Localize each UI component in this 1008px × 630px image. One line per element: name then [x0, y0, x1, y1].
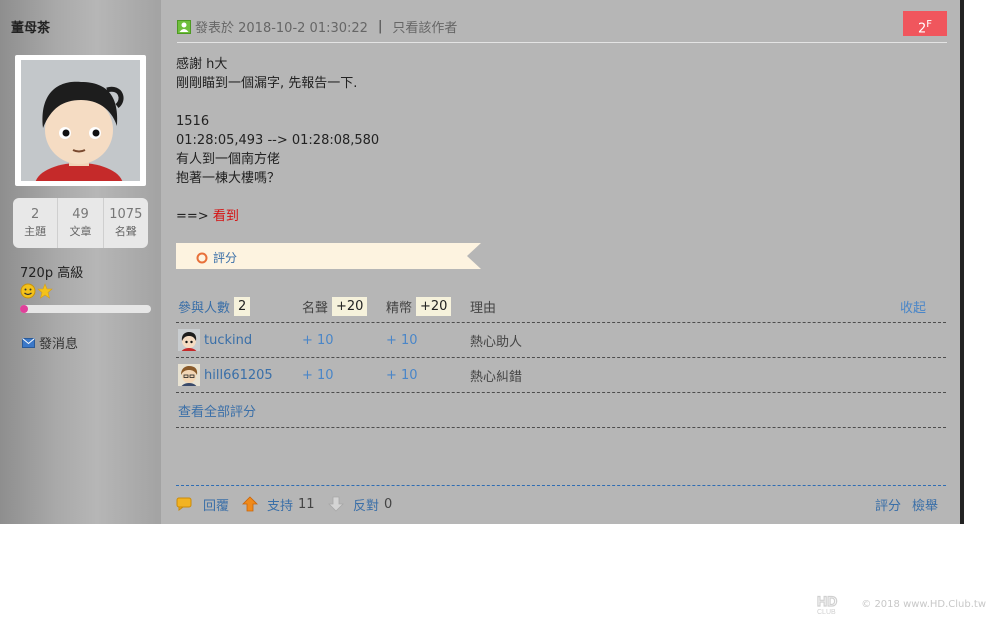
reply-icon	[176, 497, 192, 511]
star-badge-icon	[37, 283, 53, 299]
envelope-icon	[22, 337, 35, 348]
reputation-total: +20	[332, 296, 368, 316]
content-line: 1516	[176, 114, 210, 129]
post-timestamp: 發表於 2018-10-2 01:30:22	[195, 21, 368, 36]
rater-name-link[interactable]: tuckind	[204, 333, 252, 348]
content-line: 有人到一個南方佬	[176, 152, 281, 167]
hdclub-logo: HD CLUB	[817, 593, 838, 615]
svg-text:HD: HD	[817, 593, 837, 609]
post-content: 感謝 h大 剛剛瞄到一個漏字, 先報告一下. 1516 01:28:05,493…	[176, 55, 379, 226]
support-button[interactable]: 支持 11	[242, 486, 315, 522]
view-all-ratings-link[interactable]: 查看全部評分	[178, 401, 256, 420]
smiley-badge-icon	[20, 283, 36, 299]
rating-view-all-row: 查看全部評分	[176, 393, 946, 428]
rater-reason: 熱心助人	[470, 334, 523, 350]
circle-icon	[196, 252, 208, 263]
user-sidebar: 董母茶 2 主題 49 文章 1075 名聲 720p 高級 發消息	[0, 0, 161, 524]
reply-button[interactable]: 回覆	[176, 486, 229, 522]
only-author-link[interactable]: 只看該作者	[392, 17, 457, 36]
user-avatar[interactable]	[15, 55, 146, 186]
reason-header: 理由	[470, 300, 497, 316]
rater-coins: + 10	[386, 367, 418, 383]
rater-avatar[interactable]	[178, 364, 200, 386]
rating-bar-notch	[467, 243, 481, 269]
stat-reputation[interactable]: 1075 名聲	[104, 198, 148, 248]
watermark-text: © 2018 www.HD.Club.tw	[861, 598, 986, 610]
arrow-up-icon	[242, 496, 258, 512]
table-row: hill661205 + 10 + 10 熱心糾錯	[176, 358, 946, 393]
page-border	[960, 0, 964, 524]
rating-bar: 評分	[176, 243, 481, 269]
stat-threads[interactable]: 2 主題	[13, 198, 59, 248]
content-line	[176, 93, 379, 112]
stat-posts[interactable]: 49 文章	[58, 198, 104, 248]
coins-header: 精幣	[386, 300, 413, 316]
support-count: 11	[298, 496, 315, 512]
participants-link[interactable]: 參與人數	[178, 297, 230, 316]
coins-total: +20	[416, 296, 452, 316]
collapse-link[interactable]: 收起	[900, 297, 926, 316]
content-line: 感謝 h大	[176, 57, 228, 72]
content-line: 抱著一棟大樓嗎？	[176, 171, 281, 186]
avatar-image	[21, 60, 140, 181]
rank-badges	[20, 283, 54, 303]
rater-reputation: + 10	[302, 332, 334, 348]
content-line	[176, 188, 379, 207]
rater-avatar[interactable]	[178, 329, 200, 351]
participants-count: 2	[234, 296, 251, 316]
svg-text:CLUB: CLUB	[817, 609, 836, 615]
content-line: 01:28:05,493 --> 01:28:08,580	[176, 133, 380, 148]
table-row: tuckind + 10 + 10 熱心助人	[176, 323, 946, 358]
content-line: 剛剛瞄到一個漏字, 先報告一下.	[176, 76, 358, 91]
rater-reason: 熱心糾錯	[470, 369, 523, 385]
user-rank: 720p 高級	[20, 266, 84, 281]
header-separator: |	[377, 19, 383, 34]
watermark: HD CLUB © 2018 www.HD.Club.tw	[815, 593, 986, 615]
highlight-text: 看到	[212, 209, 239, 224]
user-online-icon	[177, 19, 191, 34]
rating-table-header: 參與人數 2 名聲 +20 精幣 +20 理由 收起	[176, 290, 946, 323]
rater-name-link[interactable]: hill661205	[204, 368, 273, 383]
oppose-count: 0	[384, 496, 393, 512]
user-stats: 2 主題 49 文章 1075 名聲	[13, 198, 148, 248]
username-link[interactable]: 董母茶	[11, 17, 50, 36]
rank-progress-bar	[20, 305, 151, 313]
rate-button[interactable]: 評分	[875, 495, 901, 514]
rating-toggle[interactable]: 評分	[196, 249, 237, 266]
reputation-header: 名聲	[302, 300, 329, 316]
post-actions: 回覆 支持 11 反對 0 評分 檢舉	[176, 485, 946, 525]
rater-coins: + 10	[386, 332, 418, 348]
rank-progress-fill	[20, 305, 28, 313]
rating-table: 參與人數 2 名聲 +20 精幣 +20 理由 收起 tuckind + 10 …	[176, 290, 946, 428]
content-line-highlight: ==> 看到	[176, 209, 239, 224]
arrow-down-icon	[328, 496, 344, 512]
floor-badge[interactable]: 2F	[903, 11, 947, 36]
report-button[interactable]: 檢舉	[912, 495, 938, 514]
post-header: 發表於 2018-10-2 01:30:22 | 只看該作者 2F	[177, 11, 947, 43]
send-message-button[interactable]: 發消息	[22, 333, 78, 352]
rater-reputation: + 10	[302, 367, 334, 383]
oppose-button[interactable]: 反對 0	[328, 486, 392, 522]
post-body: 發表於 2018-10-2 01:30:22 | 只看該作者 2F 感謝 h大 …	[161, 0, 960, 524]
